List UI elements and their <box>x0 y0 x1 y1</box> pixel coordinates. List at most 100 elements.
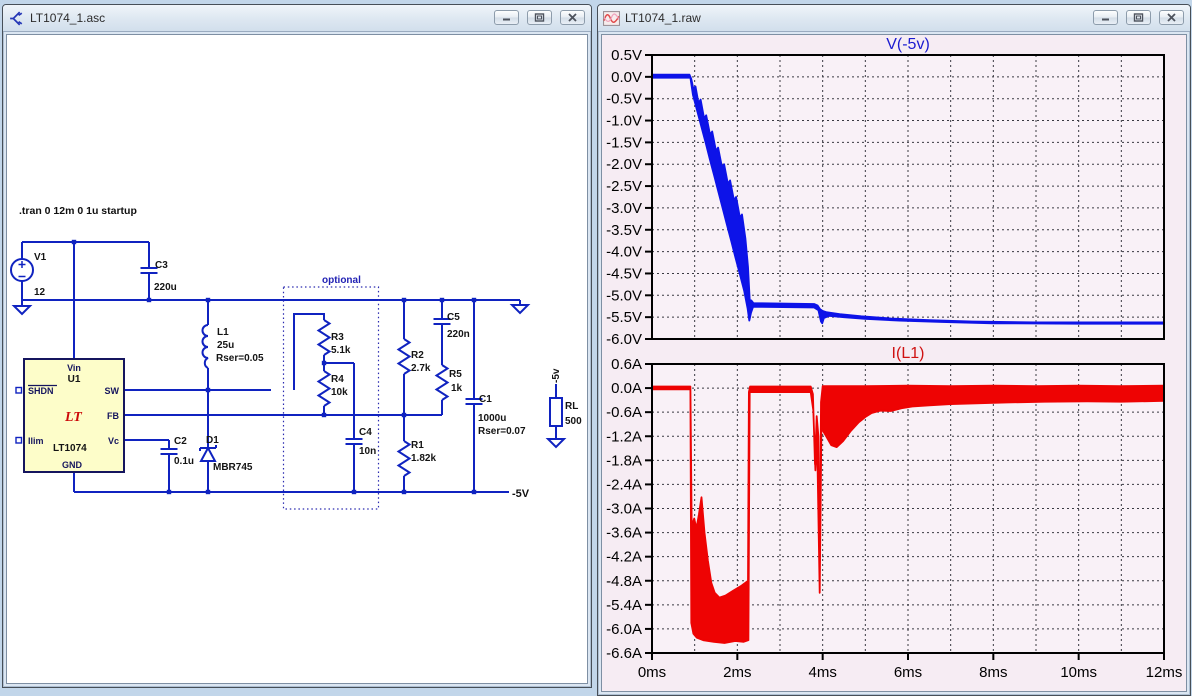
y-tick-label: -4.8A <box>606 573 642 590</box>
lt1074-ic[interactable]: Vin U1 SHDN SW FB Vc Ilim LT1074 GND LT <box>15 358 125 473</box>
close-button[interactable] <box>560 10 585 25</box>
c4-value: 10n <box>359 446 376 457</box>
resistor-symbol <box>316 319 332 356</box>
y-tick-label: -1.2A <box>606 428 642 445</box>
pin-shdn: SHDN <box>28 386 54 396</box>
resistor-symbol <box>434 364 450 401</box>
capacitor-symbol <box>160 448 178 455</box>
y-tick-label: -5.5V <box>606 309 642 326</box>
y-tick-label: -4.2A <box>606 549 642 566</box>
ic-refdes: U1 <box>68 374 81 385</box>
close-icon <box>568 13 577 22</box>
resistor-symbol <box>396 440 412 477</box>
r2-value: 2.7k <box>411 363 431 374</box>
x-tick-label: 8ms <box>979 664 1007 681</box>
schematic-titlebar[interactable]: LT1074_1.asc <box>3 5 591 32</box>
minimize-button[interactable] <box>1093 10 1118 25</box>
capacitor-symbol <box>345 438 363 445</box>
r3-name: R3 <box>331 332 344 343</box>
x-tick-label: 4ms <box>808 664 836 681</box>
resistor-symbol <box>549 397 563 427</box>
y-tick-label: -1.5V <box>606 134 642 151</box>
maximize-icon <box>1133 13 1144 22</box>
x-tick-label: 2ms <box>723 664 751 681</box>
c1-param: Rser=0.07 <box>478 426 526 437</box>
waveform-titlebar[interactable]: LT1074_1.raw <box>598 5 1190 32</box>
c5-name: C5 <box>447 312 460 323</box>
minimize-icon <box>503 18 510 21</box>
y-tick-label: -2.4A <box>606 476 642 493</box>
resistor-symbol <box>316 370 332 407</box>
y-tick-label: 0.0V <box>611 69 642 86</box>
l1-param: Rser=0.05 <box>216 353 264 364</box>
waveform-window-title: LT1074_1.raw <box>625 11 701 25</box>
waveform-window: LT1074_1.raw 0.5V 0.0V -0.5V -1.0V -1.5V -2.0… <box>597 4 1191 696</box>
pin-vin: Vin <box>67 363 81 373</box>
rl-name: RL <box>565 401 578 412</box>
x-tick-label: 10ms <box>1060 664 1097 681</box>
y-tick-label: -1.8A <box>606 452 642 469</box>
y-tick-label: -6.0A <box>606 621 642 638</box>
minimize-button[interactable] <box>494 10 519 25</box>
y-tick-label: -2.0V <box>606 156 642 173</box>
c5-value: 220n <box>447 329 470 340</box>
pin-fb: FB <box>107 411 119 421</box>
schematic-window-title: LT1074_1.asc <box>30 11 106 25</box>
net-label-neg5v-flag: -5v <box>551 368 562 383</box>
c1-value: 1000u <box>478 413 506 424</box>
pin-sw: SW <box>105 386 120 396</box>
l1-name: L1 <box>217 327 229 338</box>
y-tick-label: 0.0A <box>611 380 642 397</box>
v1-name: V1 <box>34 252 47 263</box>
y-tick-label: -6.0V <box>606 331 642 348</box>
pin-gnd: GND <box>62 460 83 470</box>
x-tick-label: 0ms <box>638 664 666 681</box>
ground-symbol <box>545 438 567 449</box>
schematic-window: LT1074_1.asc Vin U1 SHDN SW FB Vc Ilim L… <box>2 4 592 688</box>
y-tick-label: -0.5V <box>606 91 642 108</box>
r3-value: 5.1k <box>331 345 351 356</box>
r1-value: 1.82k <box>411 453 436 464</box>
r4-name: R4 <box>331 374 344 385</box>
optional-box <box>282 286 380 510</box>
maximize-icon <box>534 13 545 22</box>
y-tick-label: -0.6A <box>606 404 642 421</box>
waveform-canvas[interactable]: 0.5V 0.0V -0.5V -1.0V -1.5V -2.0V -2.5V -3.0V -3… <box>602 35 1187 691</box>
r1-name: R1 <box>411 440 424 451</box>
plot-pane-1: 0.6A 0.0A -0.6A -1.2A -1.8A -2.4A -3.0A -3.6A -4… <box>606 345 1165 662</box>
plot-title: I(L1) <box>892 345 925 362</box>
c1-name: C1 <box>479 394 492 405</box>
c3-name: C3 <box>155 260 168 271</box>
shdn-pin-marker <box>15 386 23 394</box>
y-tick-label: -3.0A <box>606 501 642 518</box>
close-button[interactable] <box>1159 10 1184 25</box>
schematic-canvas-area: Vin U1 SHDN SW FB Vc Ilim LT1074 GND LT … <box>6 34 588 684</box>
x-tick-label: 6ms <box>894 664 922 681</box>
y-tick-label: -2.5V <box>606 178 642 195</box>
l1-value: 25u <box>217 340 234 351</box>
spice-directive: .tran 0 12m 0 1u startup <box>19 205 137 217</box>
maximize-button[interactable] <box>1126 10 1151 25</box>
close-icon <box>1167 13 1176 22</box>
x-tick-label: 12ms <box>1146 664 1183 681</box>
y-tick-label: 0.5V <box>611 47 642 64</box>
y-tick-label: -6.6A <box>606 645 642 662</box>
y-tick-label: -4.5V <box>606 265 642 282</box>
schematic-canvas[interactable]: Vin U1 SHDN SW FB Vc Ilim LT1074 GND LT … <box>7 35 588 681</box>
r2-name: R2 <box>411 350 424 361</box>
y-tick-label: -3.5V <box>606 222 642 239</box>
ic-part-number: LT1074 <box>53 443 87 454</box>
schematic-icon <box>10 11 23 25</box>
optional-label: optional <box>322 275 361 286</box>
r5-value: 1k <box>451 383 463 394</box>
diode-symbol <box>199 445 217 462</box>
net-label-neg5v-rail: -5V <box>512 488 530 500</box>
plot-title: V(-5v) <box>886 36 930 53</box>
ground-symbol <box>11 305 33 316</box>
r5-name: R5 <box>449 369 462 380</box>
y-tick-label: -3.6A <box>606 525 642 542</box>
r4-value: 10k <box>331 387 348 398</box>
maximize-button[interactable] <box>527 10 552 25</box>
ilim-pin-marker <box>15 436 23 444</box>
y-tick-label: -1.0V <box>606 113 642 130</box>
